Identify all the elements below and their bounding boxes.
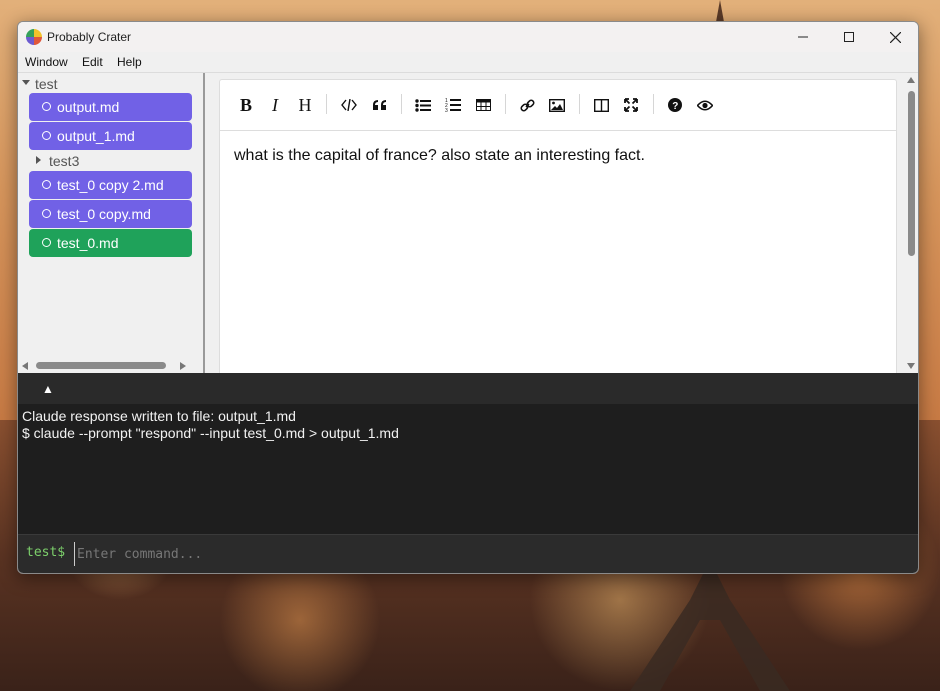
maximize-button[interactable] [826,22,872,52]
file-status-icon [42,102,51,111]
side-by-side-icon [593,98,609,112]
file-sidebar: test output.md output_1.md test3 test_0 … [18,73,193,373]
scroll-down-icon[interactable] [907,363,915,369]
bold-icon: B [239,94,252,115]
title-bar: Probably Crater [18,22,918,52]
file-label: output.md [57,99,120,115]
folder-label: test [35,76,58,92]
heading-icon: H [298,94,312,115]
scrollbar-thumb[interactable] [908,91,915,256]
terminal-input-bar: test$ [18,534,918,573]
fullscreen-icon [624,98,638,112]
code-button[interactable] [337,93,361,117]
command-input[interactable] [74,542,679,566]
close-icon [889,31,901,43]
menu-bar: Window Edit Help [18,52,918,73]
numbered-list-icon: 123 [445,98,461,112]
maximize-icon [844,32,854,42]
quote-button[interactable] [367,93,391,117]
scroll-up-icon[interactable] [907,77,915,83]
menu-help[interactable]: Help [117,55,142,69]
pane-resize-handle[interactable] [203,73,205,373]
svg-text:?: ? [672,101,678,112]
editor-toolbar: B I H 123 ? [219,79,897,130]
file-status-icon [42,209,51,218]
image-button[interactable] [545,93,569,117]
file-label: test_0.md [57,235,119,251]
scroll-left-icon[interactable] [22,362,28,370]
editor-pane: B I H 123 ? what is the capital of franc… [206,73,918,375]
minimize-icon [798,36,808,38]
toolbar-separator [579,94,580,114]
folder-label: test3 [49,153,80,169]
terminal-line: $ claude --prompt "respond" --input test… [22,425,399,441]
preview-icon [697,100,713,110]
file-item-output-1[interactable]: output_1.md [29,122,192,150]
scrollbar-thumb[interactable] [36,362,166,369]
terminal-toggle-icon[interactable]: ▲ [42,382,54,396]
heading-button[interactable]: H [293,93,317,117]
help-icon: ? [668,98,682,112]
window-title: Probably Crater [47,30,132,44]
file-label: output_1.md [57,128,135,144]
app-window: Probably Crater Window Edit Help test ou… [17,21,919,574]
file-label: test_0 copy 2.md [57,177,164,193]
toolbar-separator [401,94,402,114]
markdown-editor[interactable]: what is the capital of france? also stat… [219,130,897,375]
minimize-button[interactable] [780,22,826,52]
svg-text:3: 3 [445,108,448,112]
table-button[interactable] [471,93,495,117]
terminal-line: Claude response written to file: output_… [22,408,296,424]
chevron-right-icon [36,156,41,164]
eiffel-tower-top [716,0,724,22]
file-status-icon [42,131,51,140]
image-icon [549,98,565,112]
help-button[interactable]: ? [663,93,687,117]
preview-button[interactable] [693,93,717,117]
chevron-down-icon [22,80,30,85]
file-item-output[interactable]: output.md [29,93,192,121]
app-logo-icon [26,29,42,45]
bullet-list-button[interactable] [411,93,435,117]
toolbar-separator [653,94,654,114]
file-item-test0-copy2[interactable]: test_0 copy 2.md [29,171,192,199]
terminal-header: ▲ [18,373,918,404]
code-icon [341,99,357,111]
file-status-icon [42,238,51,247]
numbered-list-button[interactable]: 123 [441,93,465,117]
eiffel-tower-base [630,560,790,691]
sidebar-horizontal-scrollbar[interactable] [18,358,193,373]
terminal-prompt: test$ [26,545,66,560]
fullscreen-button[interactable] [619,93,643,117]
quote-icon [372,100,386,110]
toolbar-separator [505,94,506,114]
file-item-test0-selected[interactable]: test_0.md [29,229,192,257]
menu-window[interactable]: Window [25,55,68,69]
file-status-icon [42,180,51,189]
editor-text[interactable]: what is the capital of france? also stat… [234,147,645,165]
link-button[interactable] [515,93,539,117]
italic-button[interactable]: I [263,93,287,117]
bullet-list-icon [415,98,431,112]
menu-edit[interactable]: Edit [82,55,103,69]
scroll-right-icon[interactable] [180,362,186,370]
editor-vertical-scrollbar[interactable] [904,73,918,373]
link-icon [519,98,535,112]
file-item-test0-copy[interactable]: test_0 copy.md [29,200,192,228]
italic-icon: I [272,94,278,115]
close-button[interactable] [872,22,918,52]
side-by-side-button[interactable] [589,93,613,117]
terminal-output: Claude response written to file: output_… [18,404,918,534]
bold-button[interactable]: B [234,93,258,117]
toolbar-separator [326,94,327,114]
table-icon [475,99,491,111]
file-label: test_0 copy.md [57,206,151,222]
